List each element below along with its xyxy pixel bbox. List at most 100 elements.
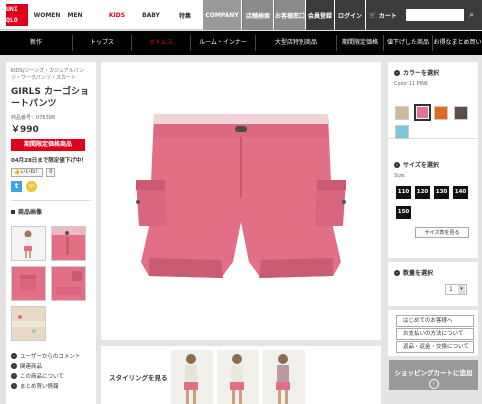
size-140-button[interactable]: 140 [453, 186, 468, 199]
product-number-value: 076398 [36, 115, 56, 121]
nav-kids[interactable]: KIDS [104, 0, 130, 30]
styling-panel: スタイリングを見る [101, 346, 381, 404]
subnav-bottoms[interactable]: ボトムス [132, 31, 190, 55]
link-bulk-info[interactable]: › まとめ買い情報 [11, 381, 95, 391]
size-heading-label: サイズを選択 [403, 162, 439, 169]
qty-heading-label: 数量を選択 [403, 270, 434, 277]
nav-special[interactable]: 特集 [172, 0, 198, 30]
arrow-icon: › [11, 363, 17, 369]
arrow-icon: › [394, 161, 400, 168]
subnav-limited-price[interactable]: 期間限定価格 [337, 31, 383, 55]
size-150-button[interactable]: 150 [396, 206, 411, 219]
swatch-fill [455, 107, 467, 119]
arrow-icon: › [11, 373, 17, 379]
breadcrumb[interactable]: KIDS/ジーンズ・カジュアルパンツ・ワークパンツ・スカート [11, 68, 91, 82]
styling-label[interactable]: スタイリングを見る [109, 372, 168, 382]
detail-image [52, 227, 85, 255]
product-title: GIRLS カーゴショートパンツ [11, 87, 90, 109]
nav-women[interactable]: WOMEN [34, 0, 61, 30]
arrow-icon: › [11, 383, 17, 389]
bullet-square-icon [11, 209, 15, 214]
customer-service-link[interactable]: お客様窓口 [274, 0, 305, 30]
like-button[interactable]: 👍いいね！ [11, 168, 44, 177]
nav-company[interactable]: COMPANY [203, 0, 241, 30]
quantity-select[interactable]: 1 ▾ [445, 284, 467, 295]
twitter-icon[interactable]: t [11, 181, 22, 192]
thumbnail-3[interactable] [11, 266, 46, 301]
arrow-icon: › [394, 269, 400, 276]
link-about-product[interactable]: › この商品について [11, 371, 95, 381]
link-related-products-label: 関連商品 [20, 364, 43, 370]
first-time-link[interactable]: はじめてのお客様へ [396, 315, 474, 327]
color-value: Color:11 PINK [394, 81, 429, 87]
like-row: 👍いいね！ 0 [11, 168, 91, 177]
kid-model-image [24, 230, 32, 258]
cart-label: カート [378, 12, 397, 20]
search-icon[interactable]: ⌕ [466, 9, 477, 21]
chevron-down-icon: ▾ [458, 285, 465, 294]
images-heading-label: 商品画像 [18, 209, 43, 216]
color-swatch-beige[interactable] [395, 106, 409, 120]
qty-heading: › 数量を選択 [394, 268, 472, 277]
product-number-label: 商品番号 [11, 115, 32, 121]
limited-price-badge[interactable]: 期間限定価格商品 [11, 139, 85, 151]
category-nav: 新作 トップス ボトムス ルーム・インナー 大型店特別商品 期間限定価格 値下げ… [0, 31, 482, 55]
returns-link[interactable]: 返品・返金・交換について [396, 341, 474, 353]
add-to-cart-button[interactable]: ショッピングカートに追加 › [389, 360, 478, 390]
cart-icon: 🛒 [369, 11, 377, 19]
logo-text-4 [18, 15, 28, 26]
cart-link[interactable]: 🛒 カート [366, 0, 400, 30]
uniqlo-logo[interactable]: UNI QLO [6, 4, 28, 26]
link-user-comments[interactable]: › ユーザーからのコメント [11, 351, 95, 361]
store-search-link[interactable]: 店舗検索 [242, 0, 273, 30]
subnav-large-store[interactable]: 大型店特別商品 [256, 31, 336, 55]
color-heading: › カラーを選択 [394, 68, 472, 77]
size-guide-button[interactable]: サイズ表を見る [415, 227, 469, 238]
color-swatch-brown[interactable] [454, 106, 468, 120]
images-heading: 商品画像 [11, 207, 91, 216]
nav-men[interactable]: MEN [62, 0, 88, 30]
swatch-fill [396, 107, 408, 119]
color-swatch-orange[interactable] [434, 106, 448, 120]
color-swatch-lightblue[interactable] [395, 125, 409, 139]
link-related-products[interactable]: › 関連商品 [11, 361, 95, 371]
thumbnail-4[interactable] [51, 266, 86, 301]
link-user-comments-label: ユーザーからのコメント [20, 354, 81, 360]
size-heading: › サイズを選択 [394, 160, 439, 169]
subnav-bulk[interactable]: お得なまとめ買い [433, 31, 482, 55]
search-input[interactable] [406, 9, 464, 21]
global-header: UNI QLO WOMEN MEN KIDS BABY 特集 COMPANY 店… [0, 0, 482, 30]
payment-link[interactable]: お支払いの方法について [396, 328, 474, 340]
styling-model-2 [217, 350, 259, 404]
logo-text-3: QLO [6, 16, 18, 24]
subnav-tops[interactable]: トップス [73, 31, 131, 55]
size-110-button[interactable]: 110 [396, 186, 411, 199]
styling-images[interactable] [169, 350, 309, 404]
thumbnail-1[interactable] [11, 226, 46, 261]
pocket-detail-image [20, 275, 36, 291]
thumbnail-2[interactable] [51, 226, 86, 261]
color-swatch-pink[interactable] [414, 104, 431, 121]
size-130-button[interactable]: 130 [434, 186, 449, 199]
product-main-image[interactable] [101, 62, 381, 340]
thumbnail-5[interactable] [11, 306, 46, 341]
subnav-new[interactable]: 新作 [0, 31, 72, 55]
swatch-fill [416, 106, 429, 119]
size-label: Size: [394, 173, 406, 179]
mixi-icon[interactable]: m [26, 181, 37, 192]
register-link[interactable]: 会員登録 [306, 0, 334, 30]
lining-detail-image [12, 315, 45, 333]
subnav-price-down[interactable]: 値下げした商品 [384, 31, 432, 55]
nav-baby[interactable]: BABY [138, 0, 164, 30]
subnav-room-inner[interactable]: ルーム・インナー [191, 31, 255, 55]
share-row: t m [11, 181, 91, 192]
styling-model-3 [263, 350, 305, 404]
like-label: いいね！ [20, 169, 41, 175]
size-120-button[interactable]: 120 [415, 186, 430, 199]
divider [11, 200, 91, 201]
logo-text-1: UNI [6, 5, 18, 13]
login-link[interactable]: ログイン [335, 0, 365, 30]
link-about-product-label: この商品について [20, 374, 64, 380]
limit-note: 04月28日まで限定値下げ中！ [11, 158, 87, 164]
logo-text-2 [18, 4, 28, 15]
